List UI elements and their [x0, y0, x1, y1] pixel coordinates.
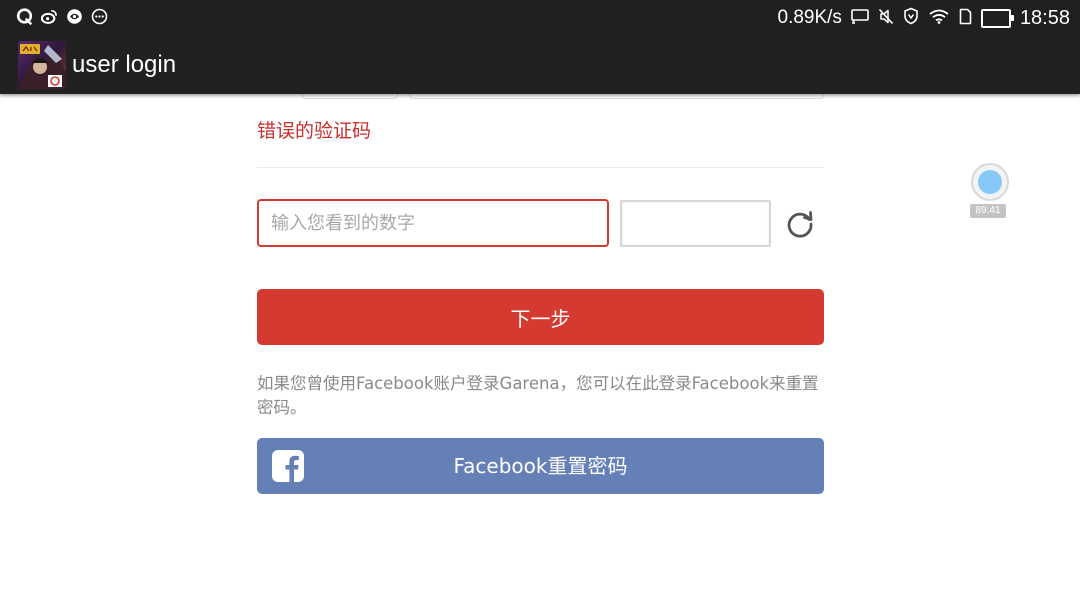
- weibo-icon: [41, 8, 58, 25]
- wifi-icon: [928, 8, 950, 28]
- captcha-input[interactable]: [257, 199, 609, 247]
- error-message: 错误的验证码: [257, 120, 372, 142]
- sim-icon: [959, 8, 972, 29]
- network-speed: 0.89K/s: [777, 7, 842, 28]
- battery-icon: [980, 8, 1014, 28]
- facebook-reset-button[interactable]: Facebook重置密码: [257, 438, 824, 494]
- status-bar: 0.89K/s 18:58: [0, 0, 1080, 36]
- system-indicators: 0.89K/s 18:58: [778, 0, 1071, 36]
- status-clock: 18:58: [1019, 6, 1070, 29]
- facebook-reset-label: Facebook重置密码: [453, 454, 628, 478]
- shield-icon: [903, 7, 919, 29]
- floating-timer-label: 89:41: [970, 204, 1006, 218]
- app-bar: user login: [0, 36, 1080, 94]
- login-form: 错误的验证码 下一步 如果您曾使用Facebook账户登录Garena，您可以在…: [0, 64, 1080, 608]
- qq-icon: [16, 8, 33, 25]
- app-title: user login: [72, 51, 177, 78]
- facebook-icon: [271, 449, 305, 483]
- game-logo-icon[interactable]: [18, 41, 66, 89]
- captcha-image: [620, 200, 771, 247]
- facebook-info-text: 如果您曾使用Facebook账户登录Garena，您可以在此登录Facebook…: [257, 374, 819, 417]
- cast-icon: [851, 8, 869, 28]
- floating-ball-icon[interactable]: [971, 163, 1009, 201]
- next-step-button[interactable]: 下一步: [257, 289, 824, 345]
- mute-icon: [878, 8, 894, 29]
- notification-icons: [16, 8, 108, 25]
- app-icon: [66, 8, 83, 25]
- divider: [257, 167, 824, 168]
- more-icon: [91, 8, 108, 25]
- floating-timer-widget[interactable]: 89:41: [970, 163, 1010, 218]
- floating-ball-inner: [978, 170, 1002, 194]
- refresh-icon[interactable]: [785, 209, 815, 239]
